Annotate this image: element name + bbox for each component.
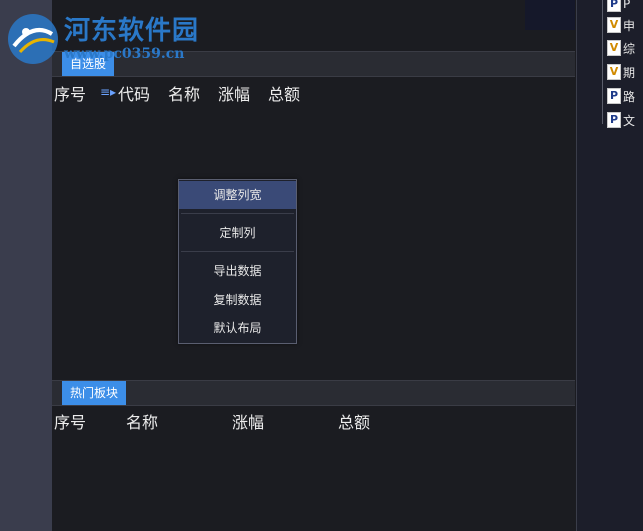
v-file-icon: V xyxy=(607,64,621,80)
file-tree-item[interactable]: P 文 xyxy=(607,110,643,130)
menu-item-export-data[interactable]: 导出数据 xyxy=(179,257,296,285)
file-tree-panel: P P V 申 V 综 V 期 P 路 P 文 xyxy=(576,0,643,531)
p-file-icon: P xyxy=(607,112,621,128)
sort-icon[interactable]: ≡▸ xyxy=(100,85,116,99)
hot-sectors-header: 热门板块 xyxy=(52,380,575,406)
column-context-menu: 调整列宽 定制列 导出数据 复制数据 默认布局 xyxy=(178,179,297,344)
file-tree-item[interactable]: P P xyxy=(607,0,643,14)
file-tree-item[interactable]: V 期 xyxy=(607,62,643,82)
p-file-icon: P xyxy=(607,88,621,104)
file-tree-item[interactable]: P 路 xyxy=(607,86,643,106)
menu-item-customize-columns[interactable]: 定制列 xyxy=(179,219,296,247)
p-file-icon: P xyxy=(607,0,621,12)
column-header-index[interactable]: 序号 xyxy=(54,81,86,105)
column-header-amount[interactable]: 总额 xyxy=(268,81,300,105)
left-sidebar xyxy=(0,0,52,531)
menu-item-copy-data[interactable]: 复制数据 xyxy=(179,286,296,314)
watermark-title: 河东软件园 xyxy=(64,16,200,46)
top-panel-block xyxy=(525,0,575,30)
column-header-amount[interactable]: 总额 xyxy=(338,409,370,433)
column-header-name[interactable]: 名称 xyxy=(126,409,158,433)
column-header-change[interactable]: 涨幅 xyxy=(232,409,264,433)
menu-item-default-layout[interactable]: 默认布局 xyxy=(179,314,296,342)
file-tree-label: 申 xyxy=(623,18,636,33)
v-file-icon: V xyxy=(607,40,621,56)
watermark-url: www.pc0359.cn xyxy=(64,46,185,62)
column-header-code[interactable]: 代码 xyxy=(118,81,150,105)
file-tree-label: 文 xyxy=(623,113,636,128)
file-tree-label: P xyxy=(623,0,631,11)
tree-connector-line xyxy=(602,0,603,124)
menu-separator xyxy=(181,251,294,252)
file-tree-label: 期 xyxy=(623,65,636,80)
v-file-icon: V xyxy=(607,17,621,33)
column-header-index[interactable]: 序号 xyxy=(54,409,86,433)
file-tree-item[interactable]: V 综 xyxy=(607,38,643,58)
file-tree-label: 综 xyxy=(623,41,636,56)
file-tree-item[interactable]: V 申 xyxy=(607,15,643,35)
menu-separator xyxy=(181,213,294,214)
column-header-name[interactable]: 名称 xyxy=(168,81,200,105)
column-header-change[interactable]: 涨幅 xyxy=(218,81,250,105)
watermark-logo-icon xyxy=(8,14,58,64)
file-tree-label: 路 xyxy=(623,89,636,104)
menu-item-adjust-column-width[interactable]: 调整列宽 xyxy=(179,181,296,209)
tab-hot-sectors[interactable]: 热门板块 xyxy=(62,381,127,405)
